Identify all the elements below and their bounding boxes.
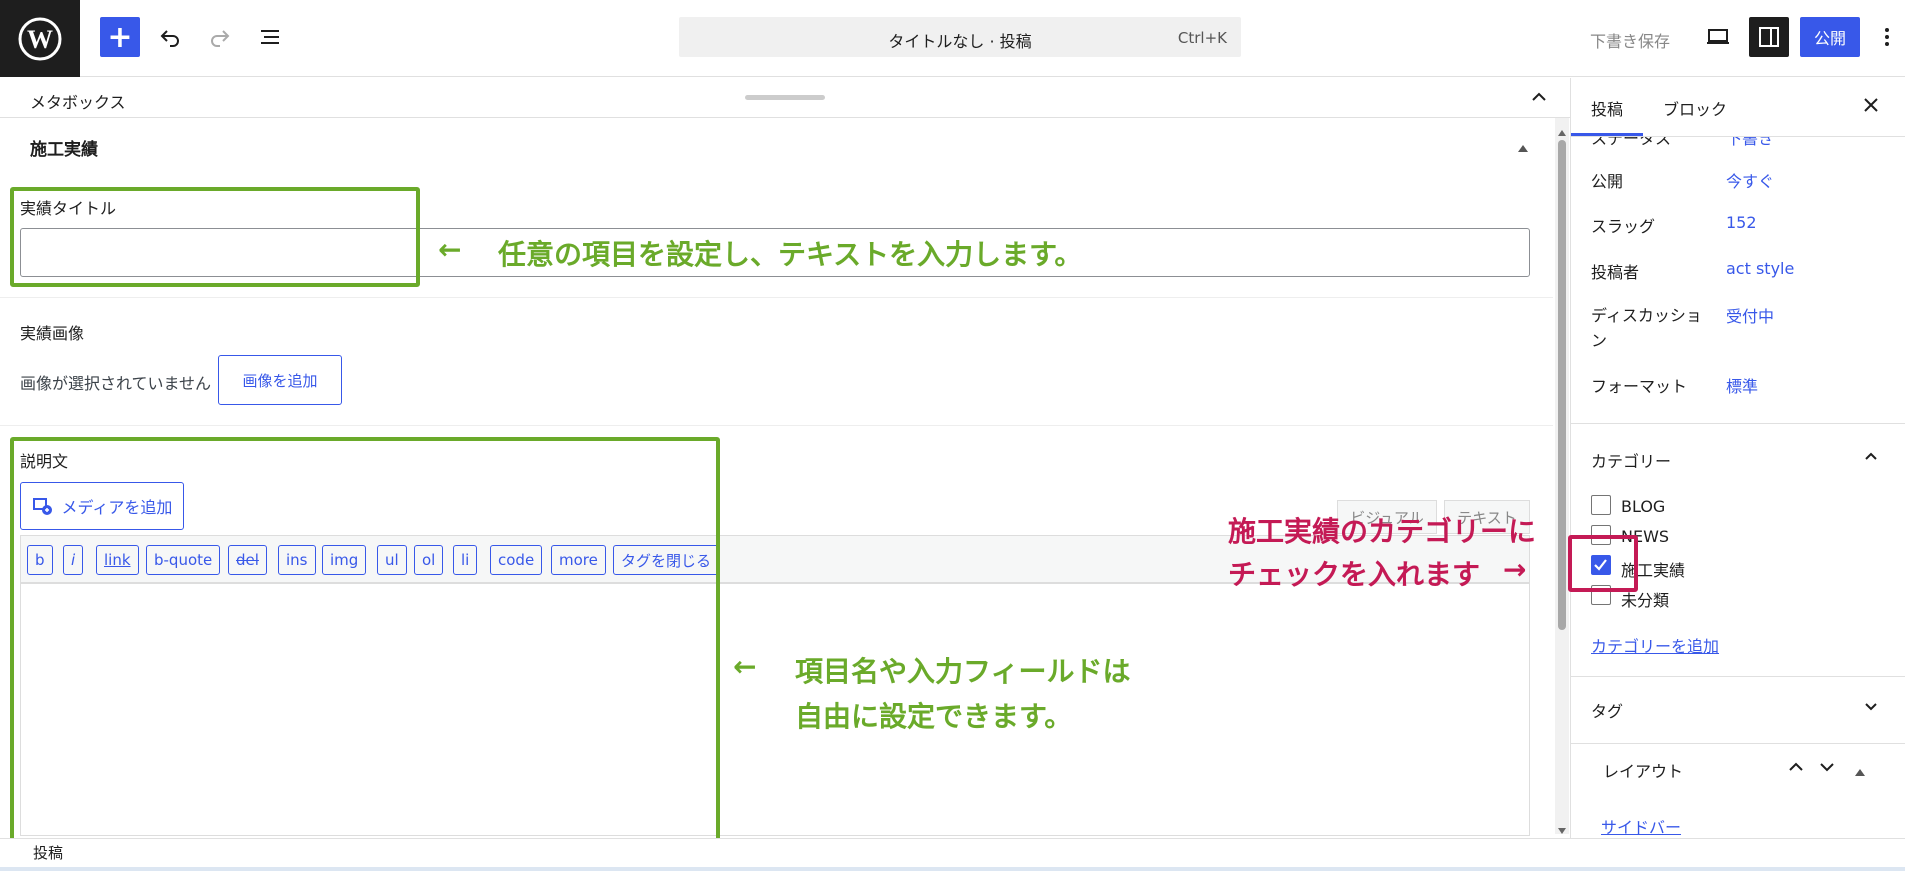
section-toggle-icon[interactable] — [1517, 138, 1529, 157]
status-row-clip: ステータス 下書き — [1571, 137, 1905, 147]
document-overview-icon[interactable] — [250, 17, 290, 57]
save-draft-button[interactable]: 下書き保存 — [1590, 28, 1670, 52]
annotation-box-description — [10, 437, 720, 845]
wordpress-logo-icon[interactable]: W — [0, 0, 80, 77]
command-shortcut: Ctrl+K — [1177, 29, 1227, 47]
collapse-chevron-icon[interactable] — [1528, 86, 1550, 112]
image-field-label: 実績画像 — [20, 324, 85, 343]
annotation-arrow-field: ← — [733, 650, 757, 683]
annotation-category-note-1: 施工実績のカテゴリーに — [1228, 515, 1537, 548]
category-label-blog: BLOG — [1621, 497, 1666, 516]
author-label: 投稿者 — [1591, 263, 1640, 282]
categories-collapse-icon[interactable] — [1861, 446, 1881, 470]
scroll-thumb[interactable] — [1558, 140, 1566, 630]
discussion-label: ディスカッション — [1591, 306, 1702, 350]
settings-sidebar-icon[interactable] — [1749, 17, 1789, 57]
format-value[interactable]: 標準 — [1726, 373, 1758, 397]
add-image-button[interactable]: 画像を追加 — [218, 355, 342, 405]
publish-label: 公開 — [1591, 172, 1624, 191]
move-up-icon[interactable] — [1786, 757, 1806, 781]
resize-handle[interactable] — [745, 95, 825, 100]
metabox-panel-header: メタボックス — [0, 78, 1570, 118]
move-down-icon[interactable] — [1817, 757, 1837, 781]
format-label: フォーマット — [1591, 377, 1688, 396]
scroll-down-icon[interactable] — [1557, 820, 1567, 839]
annotation-field-note-2: 自由に設定できます。 — [795, 700, 1073, 733]
discussion-value[interactable]: 受付中 — [1726, 303, 1774, 327]
add-category-link[interactable]: カテゴリーを追加 — [1591, 633, 1719, 657]
image-status-text: 画像が選択されていません — [20, 374, 212, 393]
divider — [0, 425, 1553, 426]
annotation-box-category — [1568, 535, 1638, 592]
undo-icon[interactable] — [150, 17, 190, 57]
add-block-button[interactable]: + — [100, 17, 140, 57]
annotation-box-title — [10, 187, 420, 287]
divider — [1571, 743, 1905, 744]
slug-value[interactable]: 152 — [1726, 213, 1757, 232]
status-label: ステータス — [1591, 137, 1672, 147]
publish-value[interactable]: 今すぐ — [1726, 168, 1774, 192]
metabox-title: メタボックス — [30, 93, 126, 112]
footer-breadcrumb[interactable]: 投稿 — [33, 842, 63, 863]
svg-text:W: W — [27, 25, 53, 54]
annotation-title-note: 任意の項目を設定し、テキストを入力します。 — [498, 238, 1083, 271]
tab-block[interactable]: ブロック — [1663, 96, 1727, 120]
editor-scrollbar[interactable] — [1555, 118, 1569, 834]
scroll-up-icon[interactable] — [1557, 122, 1567, 141]
preview-icon[interactable] — [1698, 17, 1738, 57]
divider — [1571, 676, 1905, 677]
categories-title[interactable]: カテゴリー — [1591, 448, 1671, 472]
annotation-field-note-1: 項目名や入力フィールドは — [795, 655, 1131, 688]
command-palette-bar[interactable]: タイトルなし · 投稿 Ctrl+K — [679, 17, 1241, 57]
settings-sidebar: 投稿 ブロック ステータス 下書き 公開 今すぐ スラッグ 152 投稿者 ac… — [1570, 78, 1905, 838]
layout-sidebar-link[interactable]: サイドバー — [1601, 814, 1681, 838]
category-checkbox-blog[interactable] — [1591, 495, 1611, 515]
divider — [1571, 423, 1905, 424]
tab-post[interactable]: 投稿 — [1591, 96, 1623, 120]
publish-button[interactable]: 公開 — [1800, 17, 1860, 57]
annotation-category-note-2: チェックを入れます — [1228, 558, 1481, 591]
slug-label: スラッグ — [1591, 217, 1656, 236]
layout-title: レイアウト — [1603, 762, 1684, 781]
editor-topbar: W + タイトルなし · 投稿 Ctrl+K 下書き保存 公開 — [0, 0, 1905, 77]
annotation-arrow-category: → — [1503, 553, 1527, 586]
layout-toggle-icon[interactable] — [1854, 762, 1866, 781]
close-icon[interactable] — [1861, 95, 1881, 119]
document-title: タイトルなし · 投稿 — [888, 32, 1032, 51]
divider — [0, 297, 1553, 298]
tags-title[interactable]: タグ — [1591, 698, 1623, 722]
redo-icon[interactable] — [200, 17, 240, 57]
annotation-arrow-title: ← — [438, 233, 462, 266]
status-value[interactable]: 下書き — [1726, 137, 1774, 147]
more-options-icon[interactable] — [1875, 17, 1899, 57]
section-title: 施工実績 — [30, 140, 98, 160]
editor-footer: 投稿 — [0, 838, 1905, 871]
author-value[interactable]: act style — [1726, 259, 1794, 278]
tags-expand-icon[interactable] — [1861, 696, 1881, 720]
bottom-strip — [0, 867, 1905, 871]
